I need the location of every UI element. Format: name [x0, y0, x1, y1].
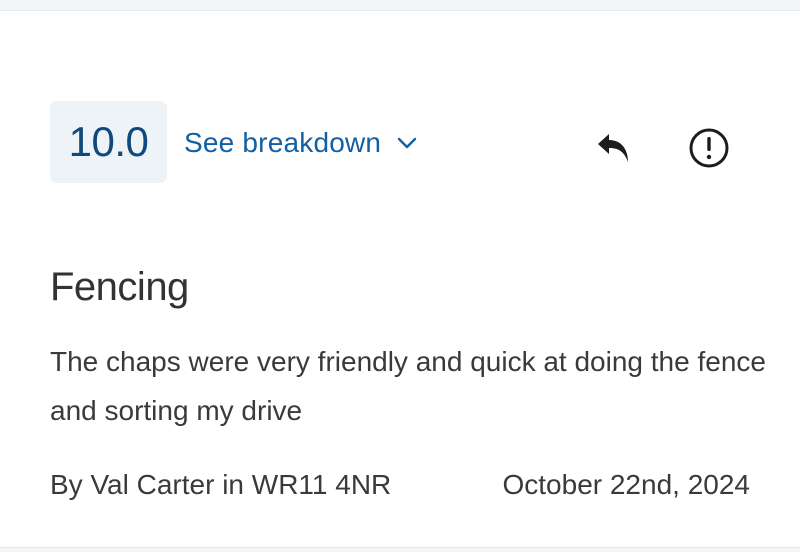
- see-breakdown-button[interactable]: See breakdown: [184, 125, 419, 161]
- reply-icon[interactable]: [594, 127, 636, 169]
- score-value: 10.0: [68, 118, 149, 165]
- chevron-down-icon: [395, 131, 419, 155]
- review-card: 10.0 See breakdown Fencing The chaps wer…: [0, 10, 800, 548]
- review-date: October 22nd, 2024: [502, 469, 750, 500]
- score-badge: 10.0: [50, 101, 167, 183]
- page: 10.0 See breakdown Fencing The chaps wer…: [0, 0, 800, 552]
- review-body: The chaps were very friendly and quick a…: [50, 346, 766, 426]
- report-icon[interactable]: [688, 127, 730, 169]
- review-title: Fencing: [50, 265, 189, 309]
- see-breakdown-label: See breakdown: [184, 127, 382, 158]
- review-author: By Val Carter in WR11 4NR: [50, 469, 392, 500]
